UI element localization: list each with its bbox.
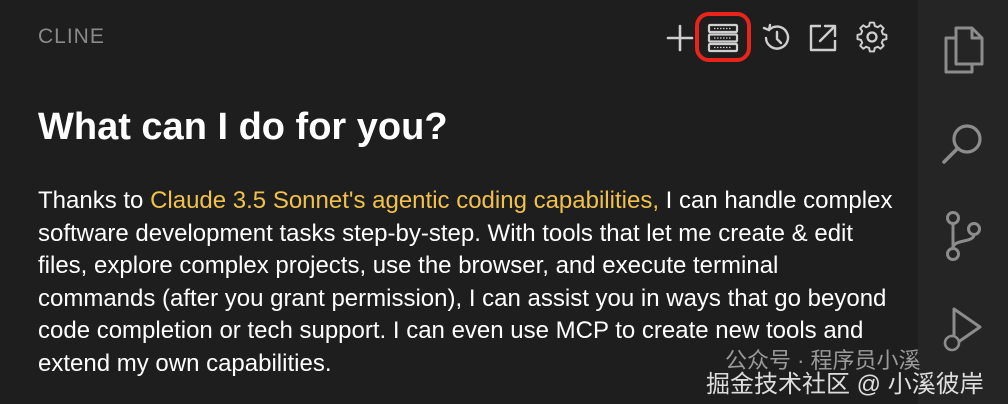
gear-icon <box>856 21 888 53</box>
activity-source-control[interactable] <box>933 206 993 266</box>
plus-icon <box>666 24 694 52</box>
watermark-juejin: 掘金技术社区 @ 小溪彼岸 <box>706 371 984 398</box>
activity-bar <box>918 0 1008 404</box>
new-task-button[interactable] <box>660 16 700 60</box>
model-link[interactable]: Claude 3.5 Sonnet's agentic coding capab… <box>150 187 659 214</box>
files-icon <box>944 26 984 74</box>
activity-search[interactable] <box>933 114 993 174</box>
mcp-servers-button[interactable] <box>703 16 743 60</box>
server-stack-icon <box>707 23 739 53</box>
intro-text: Thanks to <box>38 187 151 214</box>
open-in-editor-button[interactable] <box>803 16 843 60</box>
run-debug-icon <box>943 307 982 352</box>
source-control-icon <box>946 211 981 261</box>
history-icon <box>762 23 790 50</box>
activity-explorer[interactable] <box>933 19 993 79</box>
external-link-icon <box>809 24 837 52</box>
settings-button[interactable] <box>852 16 892 60</box>
search-icon <box>942 124 982 164</box>
welcome-heading: What can I do for you? <box>38 106 448 148</box>
history-button[interactable] <box>756 16 796 60</box>
activity-run-debug[interactable] <box>933 298 993 358</box>
panel-title: CLINE <box>38 25 105 48</box>
